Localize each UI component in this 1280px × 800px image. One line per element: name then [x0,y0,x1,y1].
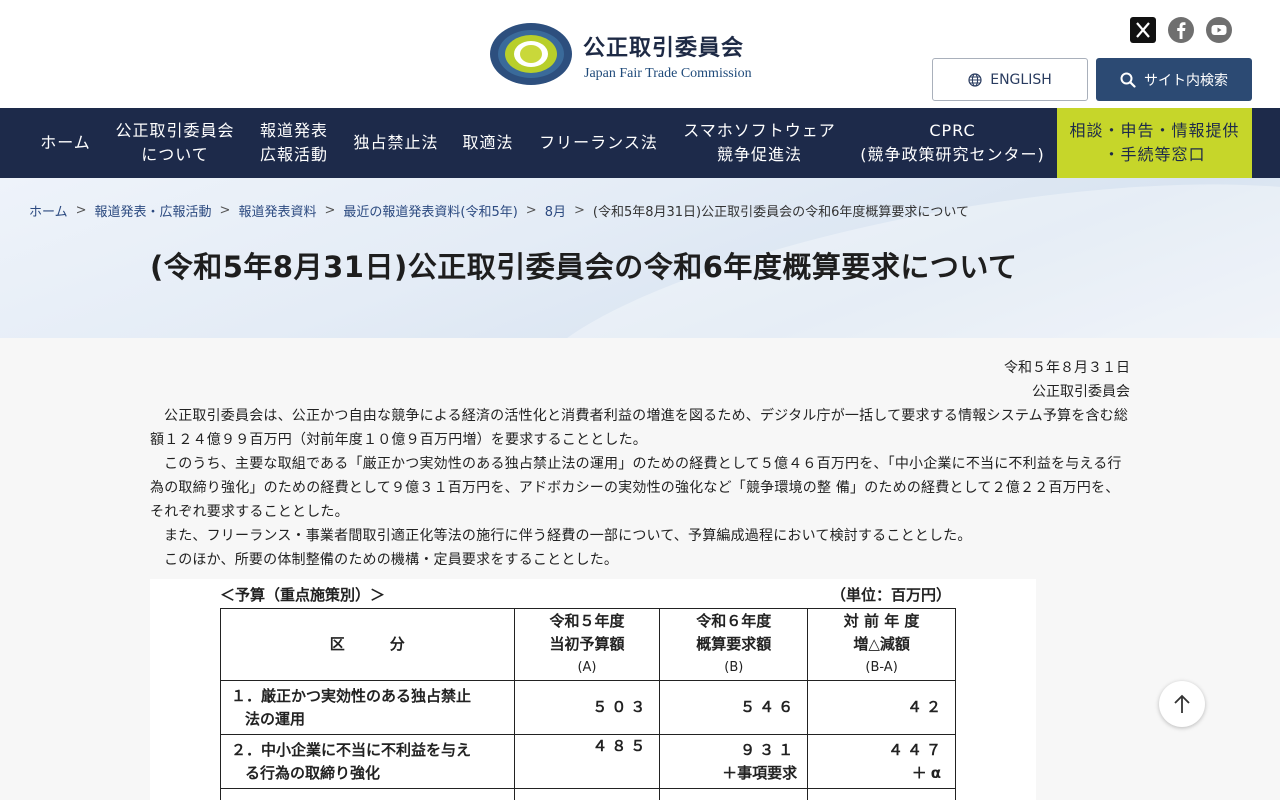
nav-label-sub: ・手続等窓口 [1103,145,1206,164]
nav-label: ホーム [40,133,91,152]
nav-label-sub: 競争促進法 [716,145,802,164]
breadcrumb-press-releases[interactable]: 報道発表資料 [238,201,316,220]
header-cell: 対 前 年 度増△減額 (B-A) [807,608,956,681]
row-value-diff: ４２ [807,680,956,735]
nav-label: CPRC [929,121,976,140]
row-value-b: ９３１ ＋事項要求 [659,734,809,789]
budget-table-image: ＜予算（重点施策別）＞ （単位：百万円） 区 分 令和５年度 当初予算額 (A) 令… [150,579,1036,800]
x-icon[interactable] [1130,17,1156,43]
nav-label-sub: 広報活動 [259,145,328,164]
paragraph: このうち、主要な取組である「厳正かつ実効性のある独占禁止法の運用」のための経費と… [150,456,1122,520]
page-title: (令和5年8月31日)公正取引委員会の令和6年度概算要求について [150,250,1018,284]
nav-label-sub: (競争政策研究センター) [860,145,1045,164]
nav-label: 公正取引委員会 [115,121,235,140]
nav-about[interactable]: 公正取引委員会 について [104,108,246,178]
facebook-icon[interactable] [1168,17,1194,43]
budget-table: 区 分 令和５年度 当初予算額 (A) 令和６年度 概算要求額 (B) 対 前 年 度増… [220,608,956,800]
breadcrumb-separator: > [324,203,336,218]
header-cell: 令和５年度 当初予算額 (A) [513,608,661,681]
table-row [220,788,956,800]
org-name-en[interactable]: Japan Fair Trade Commission [584,66,752,82]
nav-label-sub: について [141,145,209,164]
globe-icon [968,72,982,87]
row-value-b: ５４６ [659,680,809,735]
breadcrumb-current: (令和5年8月31日)公正取引委員会の令和6年度概算要求について [592,205,969,220]
row-value-diff: ４４７ ＋α [807,734,956,789]
back-to-top-button[interactable] [1159,681,1205,727]
breadcrumb-separator: > [219,203,231,218]
row-item: ２．中小企業に不当に不利益を与え る行為の取締り強化 [220,734,515,789]
nav-freelance[interactable]: フリーランス法 [526,108,671,178]
jftc-logo-icon[interactable] [489,22,573,86]
nav-label: 報道発表 [259,121,328,140]
global-nav: ホーム 公正取引委員会 について 報道発表広報活動 独占禁止法 取適法 フリーラン… [0,108,1280,178]
nav-label: 相談・申告・情報提供 [1069,121,1240,140]
release-issuer: 公正取引委員会 [1032,384,1130,400]
breadcrumb-home[interactable]: ホーム [29,201,68,220]
nav-label: 取適法 [462,133,514,152]
arrow-up-icon [1174,694,1190,713]
site-header: 公正取引委員会 Japan Fair Trade Commission ENGL… [0,0,1280,108]
breadcrumb-press[interactable]: 報道発表・広報活動 [95,201,212,220]
breadcrumb-recent[interactable]: 最近の報道発表資料(令和5年) [343,201,517,220]
nav-cprc[interactable]: CPRC (競争政策研究センター) [848,108,1057,178]
org-name-ja[interactable]: 公正取引委員会 [583,30,744,62]
release-date: 令和５年８月３１日 [1004,360,1130,376]
table-row: ２．中小企業に不当に不利益を与え る行為の取締り強化 ４８５ ９３１ ＋事項要求 ４… [220,734,956,789]
breadcrumb-separator: > [525,203,537,218]
english-button[interactable]: ENGLISH [932,58,1088,101]
youtube-icon[interactable] [1206,17,1232,43]
breadcrumb-august[interactable]: 8月 [545,201,566,220]
nav-toriteki[interactable]: 取適法 [450,108,526,178]
budget-caption: ＜予算（重点施策別）＞ [220,586,386,604]
nav-antimonopoly[interactable]: 独占禁止法 [342,108,450,178]
paragraph: また、フリーランス・事業者間取引適正化等法の施行に伴う経費の一部について、予算編… [164,528,972,544]
header-cell: 令和６年度 概算要求額 (B) [659,608,809,681]
table-row: １．厳正かつ実効性のある独占禁止 法の運用 ５０３ ５４６ ４２ [220,680,956,735]
english-button-label: ENGLISH [990,71,1052,88]
breadcrumb: ホーム > 報道発表・広報活動 > 報道発表資料 > 最近の報道発表資料(令和5… [29,201,969,220]
row-value-a: ５０３ [513,680,661,735]
page-hero: ホーム > 報道発表・広報活動 > 報道発表資料 > 最近の報道発表資料(令和5… [0,178,1280,338]
paragraph: 公正取引委員会は、公正かつ自由な競争による経済の活性化と消費者利益の増進を図るた… [150,408,1129,448]
search-icon [1120,72,1136,88]
table-header-row: 区 分 令和５年度 当初予算額 (A) 令和６年度 概算要求額 (B) 対 前 年 度増… [220,608,956,681]
nav-label: フリーランス法 [539,133,658,152]
row-item: １．厳正かつ実効性のある独占禁止 法の運用 [220,680,515,735]
paragraph: このほか、所要の体制整備のための機構・定員要求をすることとした。 [164,552,619,568]
nav-label: スマホソフトウェア [683,121,836,140]
nav-consultation[interactable]: 相談・申告・情報提供 ・手続等窓口 [1057,108,1252,178]
breadcrumb-separator: > [75,203,87,218]
nav-smartphone[interactable]: スマホソフトウェア 競争促進法 [671,108,848,178]
search-button-label: サイト内検索 [1144,72,1228,89]
main-content: 令和５年８月３１日 公正取引委員会 公正取引委員会は、公正かつ自由な競争による経… [150,356,1130,572]
nav-label: 独占禁止法 [353,133,439,152]
row-value-a: ４８５ [513,734,661,789]
site-search-button[interactable]: サイト内検索 [1096,58,1252,101]
nav-press[interactable]: 報道発表 広報活動 [246,108,342,178]
header-cell: 区 分 [220,608,515,681]
nav-home[interactable]: ホーム [27,108,104,178]
breadcrumb-separator: > [573,203,585,218]
budget-unit: （単位：百万円） [831,586,952,604]
